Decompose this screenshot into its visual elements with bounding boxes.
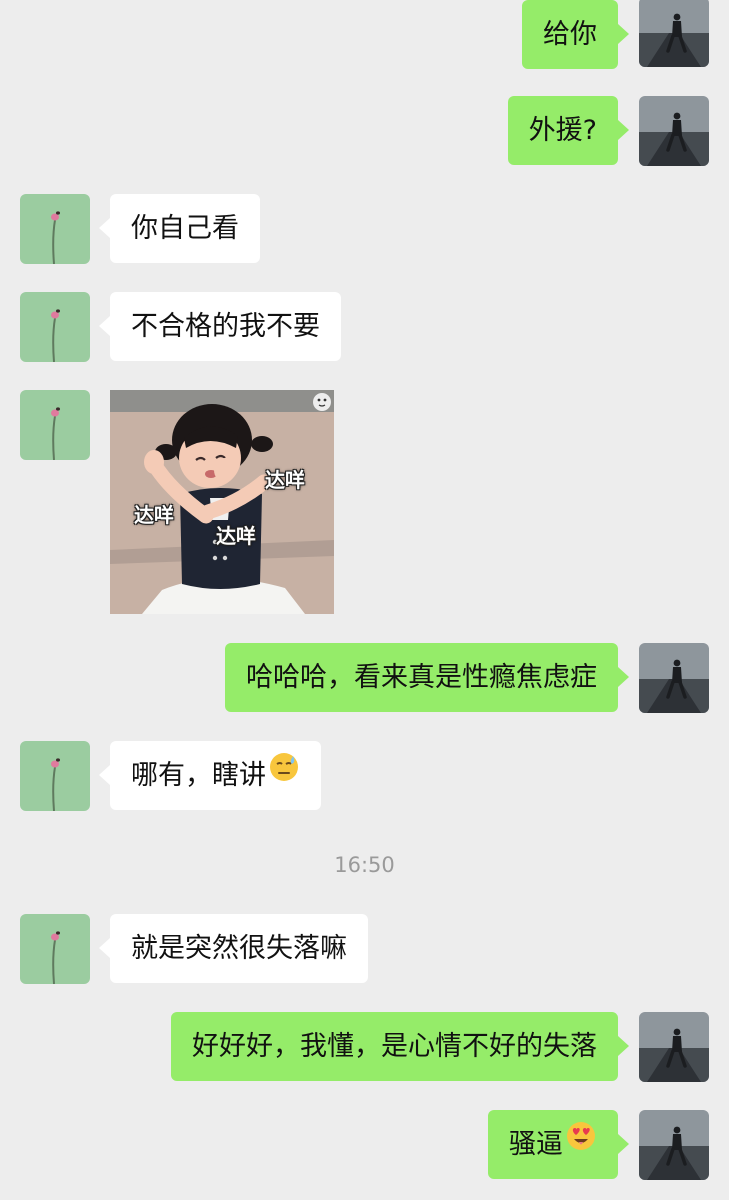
contact-avatar[interactable]	[20, 292, 90, 362]
message-bubble-self[interactable]: 好好好，我懂，是心情不好的失落	[171, 1012, 629, 1081]
sticker-image[interactable]: 达咩 达咩 达咩	[110, 390, 334, 614]
message-bubble-other[interactable]: 就是突然很失落嘛	[99, 914, 368, 983]
message-text: 不合格的我不要	[131, 311, 320, 342]
contact-avatar[interactable]	[20, 194, 90, 264]
sticker-caption: 达咩	[134, 503, 174, 527]
self-avatar[interactable]	[639, 1110, 709, 1180]
sweat-emoji-icon	[268, 740, 300, 809]
message-text: 给你	[543, 19, 597, 50]
message-bubble-self[interactable]: 哈哈哈，看来真是性瘾焦虑症	[225, 643, 629, 712]
contact-avatar[interactable]	[20, 390, 90, 460]
message-bubble-other[interactable]: 你自己看	[99, 194, 260, 263]
sticker-caption: 达咩	[216, 524, 256, 548]
self-avatar[interactable]	[639, 643, 709, 713]
message-text: 哪有，瞎讲	[131, 760, 266, 791]
message-bubble-self[interactable]: 给你	[522, 0, 629, 69]
message-text: 外援?	[528, 115, 597, 146]
message-bubble-self[interactable]: 外援?	[507, 96, 630, 165]
heart-eyes-drool-emoji-icon	[565, 1109, 597, 1178]
timestamp: 16:50	[334, 853, 395, 877]
message-text: 就是突然很失落嘛	[131, 933, 347, 964]
message-bubble-self[interactable]: 骚逼	[488, 1109, 629, 1179]
message-text: 哈哈哈，看来真是性瘾焦虑症	[246, 662, 597, 693]
message-text: 你自己看	[131, 213, 239, 244]
self-avatar[interactable]	[639, 0, 709, 67]
message-bubble-other[interactable]: 哪有，瞎讲	[99, 740, 321, 810]
message-bubble-other[interactable]: 不合格的我不要	[99, 292, 341, 361]
message-text: 骚逼	[509, 1129, 563, 1160]
sticker-caption: 达咩	[265, 468, 305, 492]
self-avatar[interactable]	[639, 96, 709, 166]
contact-avatar[interactable]	[20, 741, 90, 811]
message-text: 好好好，我懂，是心情不好的失落	[192, 1031, 597, 1062]
contact-avatar[interactable]	[20, 914, 90, 984]
self-avatar[interactable]	[639, 1012, 709, 1082]
